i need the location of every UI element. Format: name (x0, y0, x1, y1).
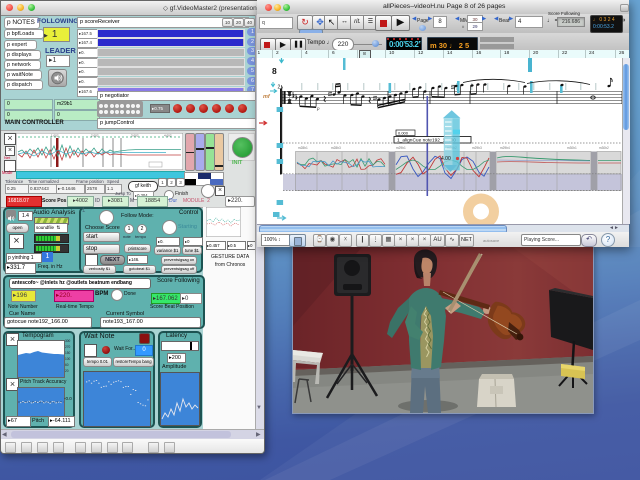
svg-text:1.002: 1.002 (51, 133, 59, 137)
svg-text:m29b4: m29b4 (500, 146, 510, 150)
svg-text:m29b1: m29b1 (396, 146, 406, 150)
svg-text:m30b2: m30b2 (599, 146, 609, 150)
svg-text:m30b1: m30b1 (567, 146, 577, 150)
svg-text:mf: mf (263, 94, 271, 100)
svg-text:4.002: 4.002 (164, 133, 172, 137)
svg-text:4.00: 4.00 (441, 156, 451, 162)
svg-text:0.000: 0.000 (398, 130, 409, 135)
svg-text:m29b3: m29b3 (472, 146, 482, 150)
svg-text:8: 8 (272, 66, 277, 76)
svg-text:p: p (316, 106, 320, 111)
svg-text:2.002: 2.002 (91, 133, 99, 137)
svg-text:3.002: 3.002 (131, 133, 139, 137)
svg-text:m28b3: m28b3 (331, 146, 341, 150)
svg-text:m28b1: m28b1 (298, 146, 308, 150)
svg-text:2: 2 (278, 85, 281, 91)
